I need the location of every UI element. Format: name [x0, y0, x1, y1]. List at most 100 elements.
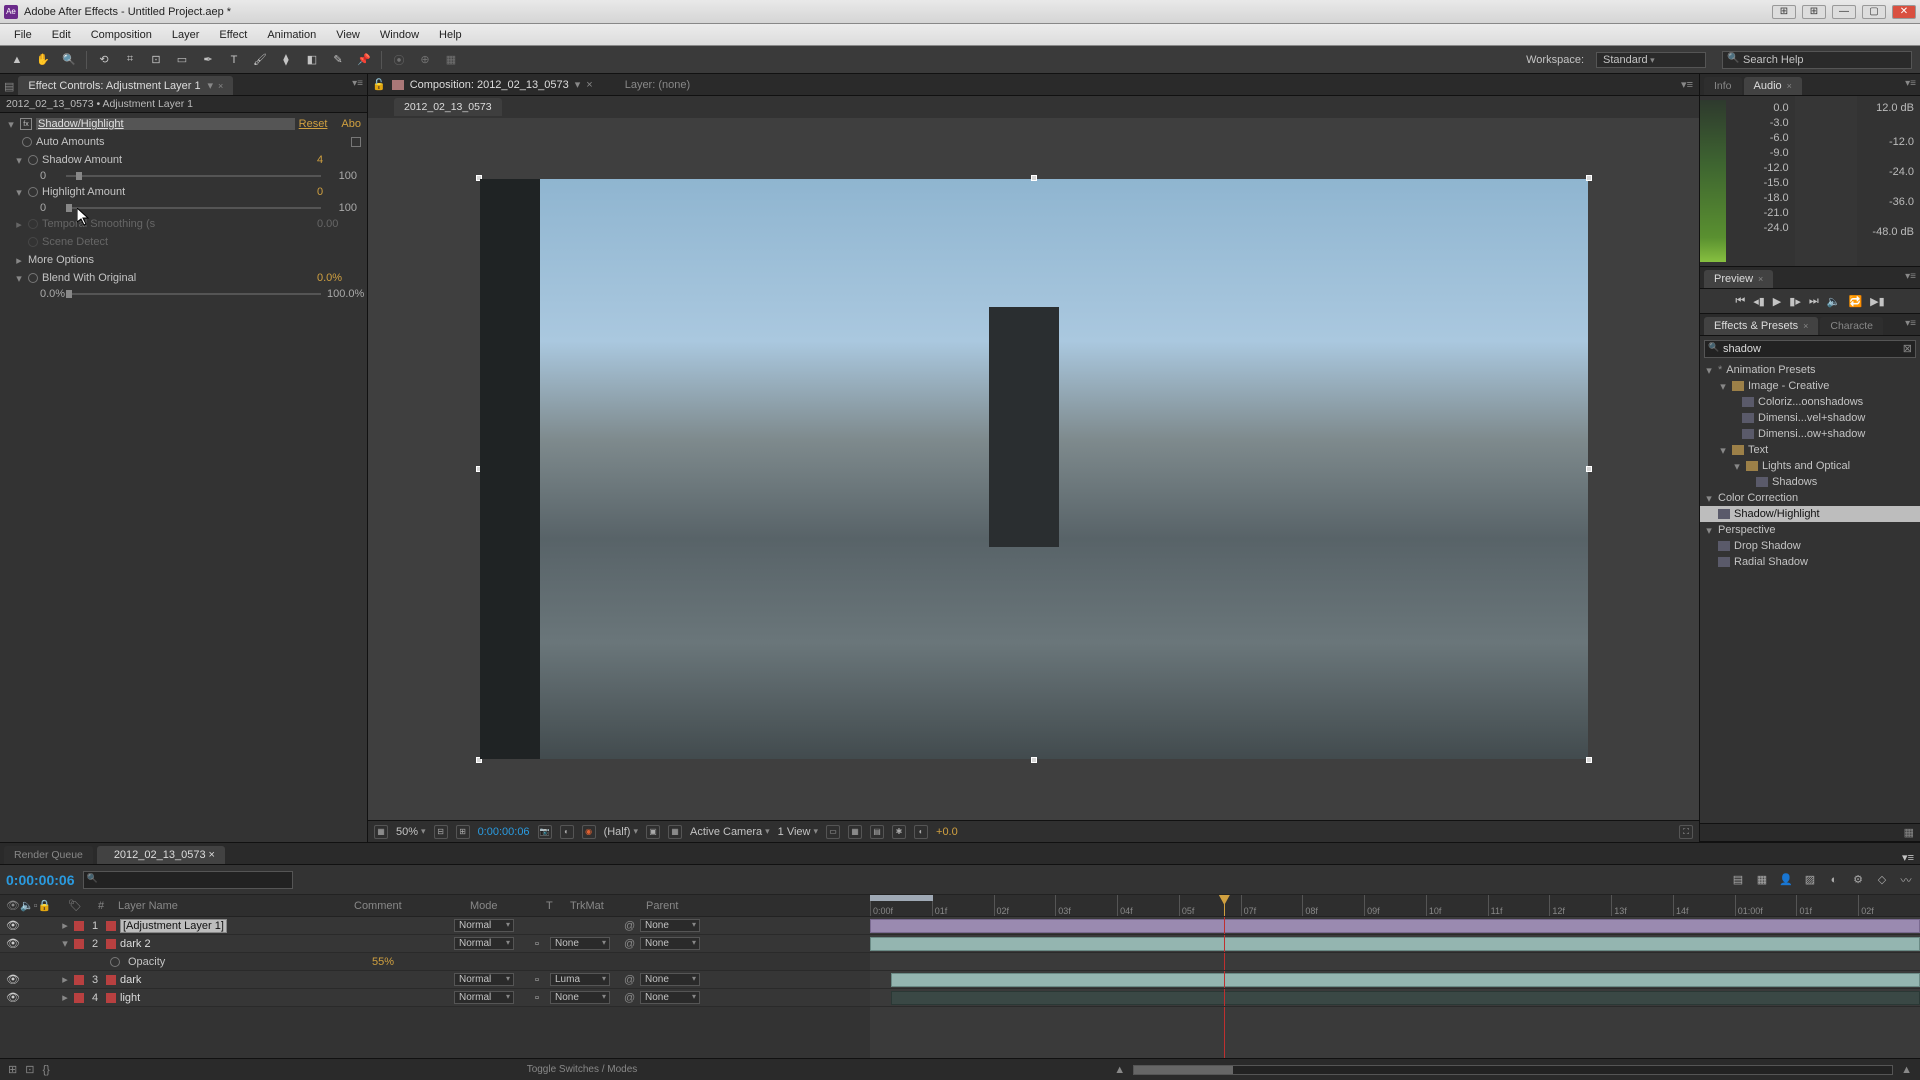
tree-lights-optical[interactable]: Lights and Optical [1762, 460, 1916, 472]
label-color[interactable] [74, 993, 84, 1003]
effect-about-link[interactable]: Abo [341, 118, 361, 130]
exposure-value[interactable]: +0.0 [936, 826, 958, 838]
workspace-dropdown[interactable]: Standard [1596, 52, 1706, 68]
effect-reset-link[interactable]: Reset [299, 118, 328, 130]
tab-close-icon[interactable]: × [1787, 81, 1792, 91]
puppet-tool[interactable]: 📌 [355, 51, 373, 69]
viewer-tab-layer[interactable]: Layer: (none) [625, 79, 690, 91]
current-time-indicator[interactable] [1224, 895, 1225, 916]
close-button[interactable]: ✕ [1892, 5, 1916, 19]
maximize-button[interactable]: ▢ [1862, 5, 1886, 19]
eraser-tool[interactable]: ◧ [303, 51, 321, 69]
layer-twirl-icon[interactable]: ▸ [60, 919, 70, 932]
parent-dropdown[interactable]: None [640, 919, 700, 932]
tree-text[interactable]: Text [1748, 444, 1916, 456]
track-matte-cell[interactable]: Luma [550, 973, 620, 986]
type-tool[interactable]: T [225, 51, 243, 69]
safe-zones-icon[interactable]: ⊞ [456, 825, 470, 839]
parent-pickwhip-icon[interactable]: @ [624, 938, 636, 950]
panel-menu-icon[interactable]: ▾≡ [1905, 78, 1916, 89]
tree-twirl-icon[interactable]: ▾ [1704, 364, 1714, 377]
blend-mode-dropdown[interactable]: Normal [454, 973, 514, 986]
preset-item[interactable]: Dimensi...ow+shadow [1758, 428, 1916, 440]
blend-mode-cell[interactable]: Normal [454, 937, 524, 950]
blend-mode-dropdown[interactable]: Normal [454, 991, 514, 1004]
world-axis-mode[interactable]: ⊕ [416, 51, 434, 69]
tab-close-icon[interactable]: × [218, 81, 223, 91]
layer-twirl-icon[interactable]: ▸ [60, 973, 70, 986]
viewer-lock-icon[interactable]: 🔓 [372, 78, 386, 91]
visibility-toggle[interactable]: 👁 [6, 973, 18, 986]
stopwatch-icon[interactable] [28, 187, 38, 197]
layer-name-cell[interactable]: dark [106, 974, 336, 986]
panel-menu-icon[interactable]: ▾≡ [352, 78, 363, 89]
layer-duration-bar[interactable] [891, 973, 1920, 987]
zoom-in-icon[interactable]: ▲ [1901, 1064, 1912, 1076]
toggle-switches-icon[interactable]: ⊞ [8, 1063, 17, 1076]
parent-dropdown[interactable]: None [640, 991, 700, 1004]
layer-handle[interactable] [476, 175, 482, 181]
toggle-brackets-icon[interactable]: {} [42, 1064, 49, 1076]
tree-perspective[interactable]: Perspective [1718, 524, 1916, 536]
resolution-dropdown[interactable]: (Half) [604, 826, 638, 838]
preset-item[interactable]: Coloriz...oonshadows [1758, 396, 1916, 408]
menu-composition[interactable]: Composition [83, 27, 160, 43]
view-axis-mode[interactable]: ▦ [442, 51, 460, 69]
tab-close-icon[interactable]: × [1803, 321, 1808, 331]
brush-tool[interactable]: 🖌 [251, 51, 269, 69]
brainstorm-icon[interactable]: ⚙ [1850, 873, 1866, 886]
layer-duration-bar[interactable] [870, 937, 1920, 951]
parent-cell[interactable]: None [640, 937, 720, 950]
layer-handle[interactable] [1031, 757, 1037, 763]
parent-pickwhip-icon[interactable]: @ [624, 920, 636, 932]
layer-row[interactable]: 👁▸1[Adjustment Layer 1]Normal@None [0, 917, 1920, 935]
time-navigator[interactable] [1133, 1065, 1893, 1075]
zoom-dropdown[interactable]: 50% [396, 826, 426, 838]
menu-animation[interactable]: Animation [259, 27, 324, 43]
search-help-input[interactable]: Search Help [1722, 51, 1912, 69]
group-panels-button[interactable]: ⊞ [1772, 5, 1796, 19]
layer-handle[interactable] [476, 466, 482, 472]
layer-duration-bar[interactable] [870, 919, 1920, 933]
view-layout-dropdown[interactable]: 1 View [778, 826, 818, 838]
motion-blur-icon[interactable]: ◐ [1826, 874, 1842, 886]
param-blend-value[interactable]: 0.0% [317, 272, 361, 284]
minimize-button[interactable]: — [1832, 5, 1856, 19]
pen-tool[interactable]: ✒ [199, 51, 217, 69]
blend-mode-dropdown[interactable]: Normal [454, 919, 514, 932]
local-axis-mode[interactable]: ⦿ [390, 51, 408, 69]
effect-drop-shadow[interactable]: Drop Shadow [1734, 540, 1916, 552]
effects-presets-tab[interactable]: Effects & Presets × [1704, 317, 1818, 335]
color-management-icon[interactable]: ◉ [582, 825, 596, 839]
track-matte-cell[interactable]: None [550, 937, 620, 950]
clear-search-icon[interactable]: ⊠ [1903, 342, 1912, 355]
layer-row[interactable]: 👁▾2dark 2Normal▫None@None [0, 935, 1920, 953]
menu-help[interactable]: Help [431, 27, 470, 43]
fx-enable-icon[interactable]: fx [20, 118, 32, 130]
param-twirl-icon[interactable]: ▸ [14, 254, 24, 267]
layer-handle[interactable] [1586, 175, 1592, 181]
render-queue-tab[interactable]: Render Queue [4, 846, 93, 864]
menu-edit[interactable]: Edit [44, 27, 79, 43]
menu-layer[interactable]: Layer [164, 27, 208, 43]
tree-twirl-icon[interactable]: ▾ [1718, 380, 1728, 393]
label-color[interactable] [74, 921, 84, 931]
layer-twirl-icon[interactable]: ▾ [60, 937, 70, 950]
auto-amounts-checkbox[interactable] [351, 137, 361, 147]
transparency-grid-icon[interactable]: ▦ [668, 825, 682, 839]
property-value[interactable]: 55% [372, 956, 394, 968]
preset-item[interactable]: Shadows [1772, 476, 1916, 488]
last-frame-button[interactable]: ⏭ [1809, 295, 1819, 308]
parent-pickwhip-icon[interactable]: @ [624, 974, 636, 986]
tab-dropdown-icon[interactable]: ▾ [208, 80, 214, 92]
preserve-transparency[interactable]: ▫ [528, 974, 546, 986]
shadow-amount-slider[interactable]: 0 100 [0, 169, 367, 183]
preserve-transparency[interactable]: ▫ [528, 938, 546, 950]
first-frame-button[interactable]: ⏮ [1735, 295, 1745, 308]
tree-twirl-icon[interactable]: ▾ [1718, 444, 1728, 457]
zoom-out-icon[interactable]: ▲ [1114, 1064, 1125, 1076]
param-twirl-icon[interactable]: ▾ [14, 186, 24, 199]
parent-pickwhip-icon[interactable]: @ [624, 992, 636, 1004]
stopwatch-icon[interactable] [110, 957, 120, 967]
mute-button[interactable]: 🔈 [1827, 295, 1841, 308]
